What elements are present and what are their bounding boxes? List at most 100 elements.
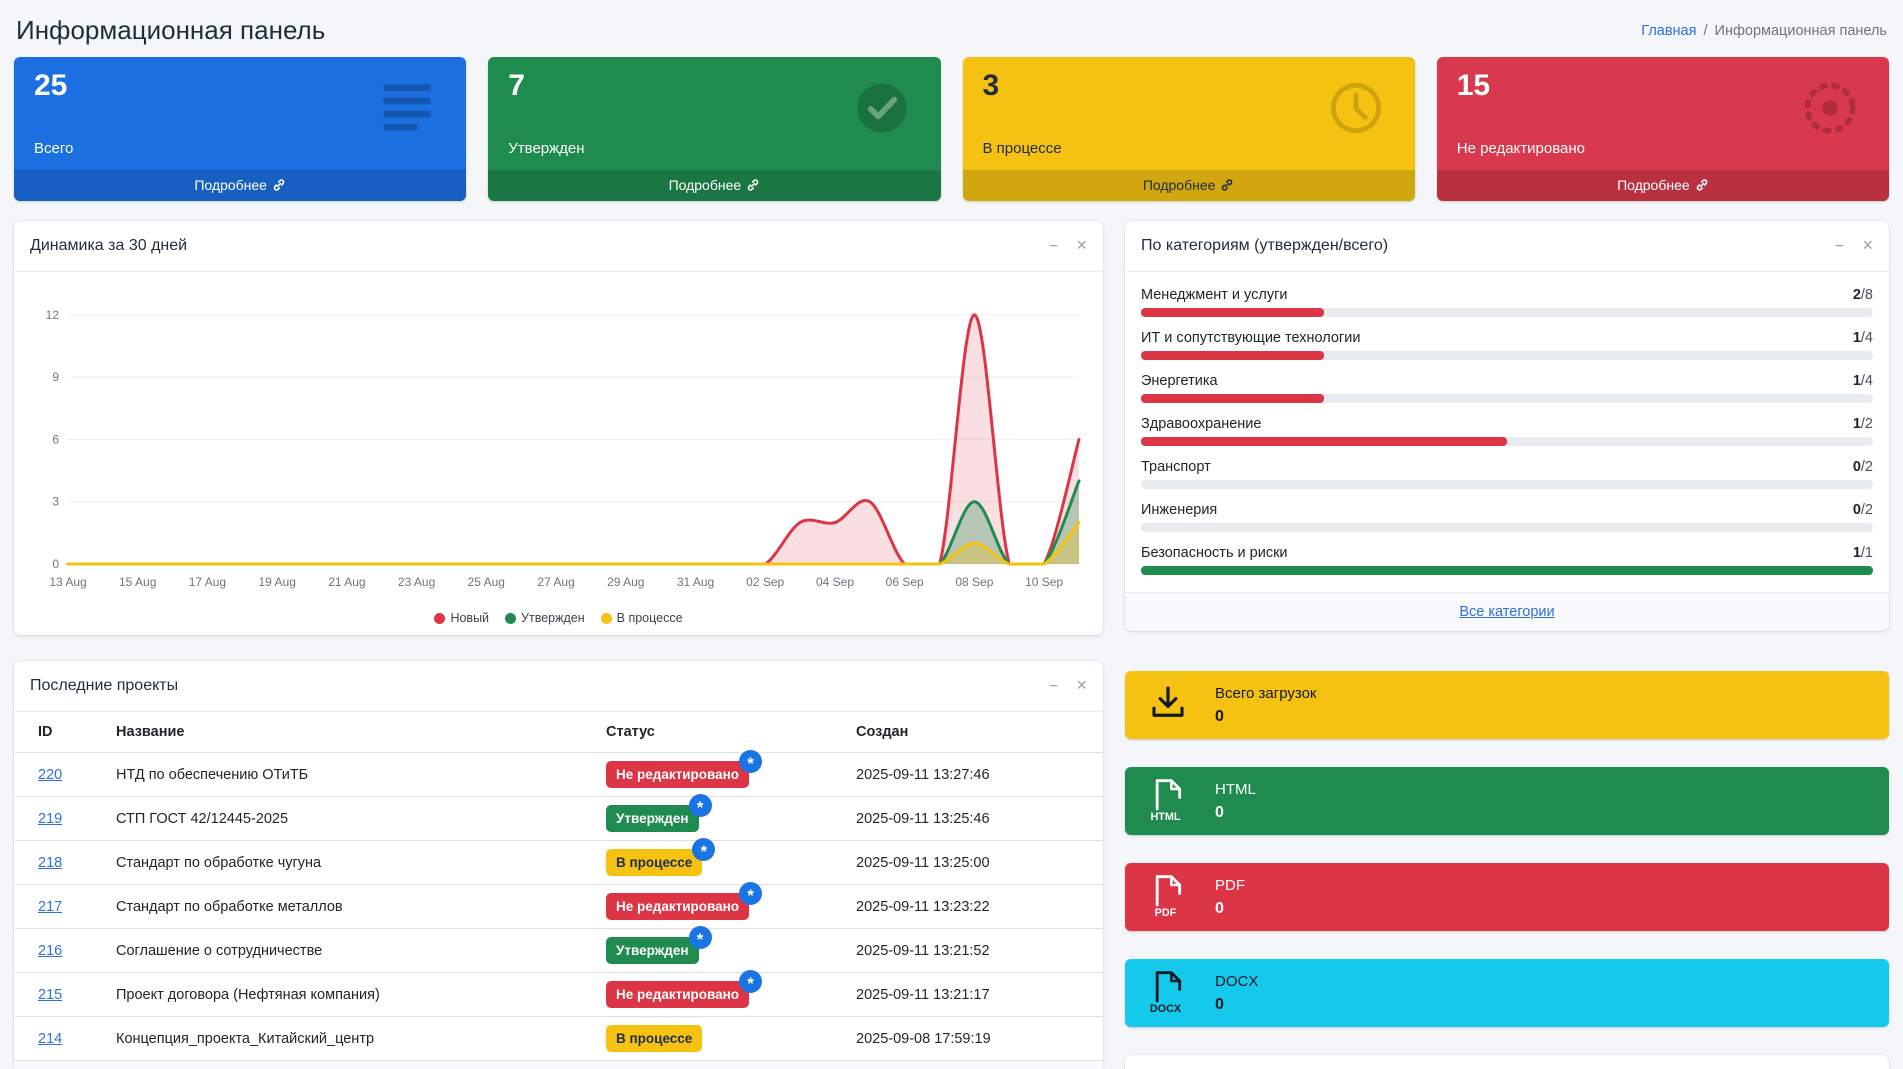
svg-text:9: 9 [52, 370, 59, 384]
stat-card: 7 Утвержден Подробнее [488, 57, 940, 201]
file-pdf-icon: PDF [1147, 870, 1189, 925]
breadcrumb: Главная / Информационная панель [1641, 23, 1887, 39]
svg-text:25 Aug: 25 Aug [468, 575, 505, 589]
legend-label: Утвержден [521, 611, 585, 625]
category-value: 0/2 [1853, 502, 1873, 518]
column-header: Статус [590, 712, 840, 753]
category-value: 1/2 [1853, 416, 1873, 432]
projects-table: IDНазваниеСтатусСоздан 220 НТД по обеспе… [14, 712, 1103, 1060]
download-card-value: 0 [1215, 900, 1245, 918]
svg-text:27 Aug: 27 Aug [537, 575, 574, 589]
status-badge: В процессе [606, 1025, 702, 1052]
category-label: Здравоохранение [1141, 416, 1261, 432]
status-badge: Не редактировано* [606, 981, 749, 1008]
star-icon: * [689, 794, 712, 817]
stat-card-details-link[interactable]: Подробнее [1437, 170, 1889, 201]
stat-card-label: В процессе [983, 140, 1062, 157]
download-card-value: 0 [1215, 804, 1256, 822]
category-value: 1/4 [1853, 330, 1873, 346]
project-id-link[interactable]: 216 [38, 943, 62, 959]
category-item: Менеджмент и услуги 2/8 [1141, 287, 1873, 317]
stat-card-details-label: Подробнее [669, 177, 742, 193]
svg-text:13 Aug: 13 Aug [49, 575, 86, 589]
project-created: 2025-09-11 13:25:00 [840, 841, 1103, 885]
project-created: 2025-09-11 13:25:46 [840, 797, 1103, 841]
legend-item: Новый [434, 611, 489, 625]
collapse-icon[interactable] [1049, 679, 1058, 695]
legend-item: В процессе [601, 611, 683, 625]
category-value: 2/8 [1853, 287, 1873, 303]
breadcrumb-separator: / [1703, 23, 1707, 39]
partially-visible-panel [1125, 1055, 1889, 1069]
category-label: Инженерия [1141, 502, 1217, 518]
stat-card-details-label: Подробнее [1143, 177, 1216, 193]
project-name: СТП ГОСТ 42/12445-2025 [100, 797, 590, 841]
svg-text:3: 3 [52, 495, 59, 509]
recent-projects-title: Последние проекты [30, 677, 178, 695]
project-name: Стандарт по обработке чугуна [100, 841, 590, 885]
project-name: НТД по обеспечению ОТиТБ [100, 753, 590, 797]
project-id-link[interactable]: 217 [38, 899, 62, 915]
dynamics-chart: 03691213 Aug15 Aug17 Aug19 Aug21 Aug23 A… [26, 280, 1089, 606]
project-created: 2025-09-08 17:59:19 [840, 1017, 1103, 1061]
svg-text:06 Sep: 06 Sep [886, 575, 924, 589]
legend-dot-icon [505, 613, 516, 624]
close-icon[interactable] [1862, 236, 1873, 255]
stat-card-details-label: Подробнее [194, 177, 267, 193]
legend-dot-icon [601, 613, 612, 624]
all-categories-link[interactable]: Все категории [1459, 604, 1554, 620]
column-header: ID [14, 712, 100, 753]
stat-card-details-link[interactable]: Подробнее [14, 170, 466, 201]
column-header: Название [100, 712, 590, 753]
download-card: DOCX DOCX 0 [1125, 959, 1889, 1027]
category-progress [1141, 351, 1873, 360]
download-card: HTML HTML 0 [1125, 767, 1889, 835]
category-item: Здравоохранение 1/2 [1141, 416, 1873, 446]
project-name: Стандарт по обработке металлов [100, 885, 590, 929]
status-badge: В процессе* [606, 849, 702, 876]
table-row: 214 Концепция_проекта_Китайский_центр В … [14, 1017, 1103, 1061]
svg-text:02 Sep: 02 Sep [746, 575, 784, 589]
column-header: Создан [840, 712, 1103, 753]
dashed-circle-icon [1797, 75, 1863, 146]
stat-cards-row: 25 Всего Подробнее 7 Утвержден Подробнее… [0, 57, 1903, 201]
download-icon [1147, 682, 1189, 729]
project-id-link[interactable]: 214 [38, 1031, 62, 1047]
category-value: 0/2 [1853, 459, 1873, 475]
close-icon[interactable] [1076, 676, 1087, 695]
project-name: Соглашение о сотрудничестве [100, 929, 590, 973]
collapse-icon[interactable] [1835, 239, 1844, 255]
category-item: Безопасность и риски 1/1 [1141, 545, 1873, 575]
project-name: Концепция_проекта_Китайский_центр [100, 1017, 590, 1061]
category-progress [1141, 308, 1873, 317]
chart-legend: Новый Утвержден В процессе [26, 611, 1091, 635]
project-id-link[interactable]: 218 [38, 855, 62, 871]
breadcrumb-current: Информационная панель [1715, 23, 1887, 39]
category-progress [1141, 480, 1873, 489]
project-id-link[interactable]: 220 [38, 767, 62, 783]
close-icon[interactable] [1076, 236, 1087, 255]
project-id-link[interactable]: 219 [38, 811, 62, 827]
status-badge: Утвержден* [606, 937, 699, 964]
status-badge: Не редактировано* [606, 893, 749, 920]
table-row: 216 Соглашение о сотрудничестве Утвержде… [14, 929, 1103, 973]
project-id-link[interactable]: 215 [38, 987, 62, 1003]
project-created: 2025-09-11 13:21:52 [840, 929, 1103, 973]
download-card-label: PDF [1215, 877, 1245, 894]
breadcrumb-home-link[interactable]: Главная [1641, 23, 1696, 39]
project-name: Проект договора (Нефтяная компания) [100, 973, 590, 1017]
svg-text:17 Aug: 17 Aug [189, 575, 226, 589]
table-row: 218 Стандарт по обработке чугуна В проце… [14, 841, 1103, 885]
stat-card-details-label: Подробнее [1617, 177, 1690, 193]
stat-card-details-link[interactable]: Подробнее [488, 170, 940, 201]
table-row: 219 СТП ГОСТ 42/12445-2025 Утвержден* 20… [14, 797, 1103, 841]
categories-list: Менеджмент и услуги 2/8 ИТ и сопутствующ… [1125, 272, 1889, 592]
svg-text:PDF: PDF [1155, 906, 1177, 918]
status-badge: Не редактировано* [606, 761, 749, 788]
collapse-icon[interactable] [1049, 239, 1058, 255]
stat-card-label: Всего [34, 140, 73, 157]
svg-text:HTML: HTML [1150, 810, 1180, 822]
stat-card-details-link[interactable]: Подробнее [963, 170, 1415, 201]
legend-label: В процессе [617, 611, 683, 625]
categories-panel-title: По категориям (утвержден/всего) [1141, 237, 1388, 255]
